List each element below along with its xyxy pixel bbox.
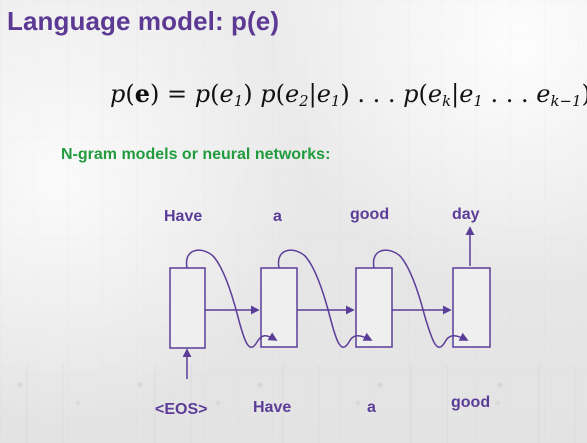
bottom-word-1: <EOS>: [155, 401, 207, 418]
bottom-word-2: Have: [253, 399, 291, 416]
sequence-diagram: Have a good day <EOS> Have a good: [155, 206, 491, 418]
top-word-4: day: [452, 206, 480, 223]
rnn-cell-4: [452, 267, 491, 348]
rnn-cell-3: [355, 267, 393, 348]
slide-background: Language model: p(e) p(e) = p(e1) p(e2|e…: [0, 0, 587, 443]
top-word-1: Have: [164, 208, 202, 225]
bottom-word-3: a: [367, 399, 376, 416]
rnn-cell-1: [169, 267, 206, 349]
bottom-word-4: good: [451, 394, 490, 411]
top-word-2: a: [273, 208, 282, 225]
top-word-3: good: [350, 206, 389, 223]
